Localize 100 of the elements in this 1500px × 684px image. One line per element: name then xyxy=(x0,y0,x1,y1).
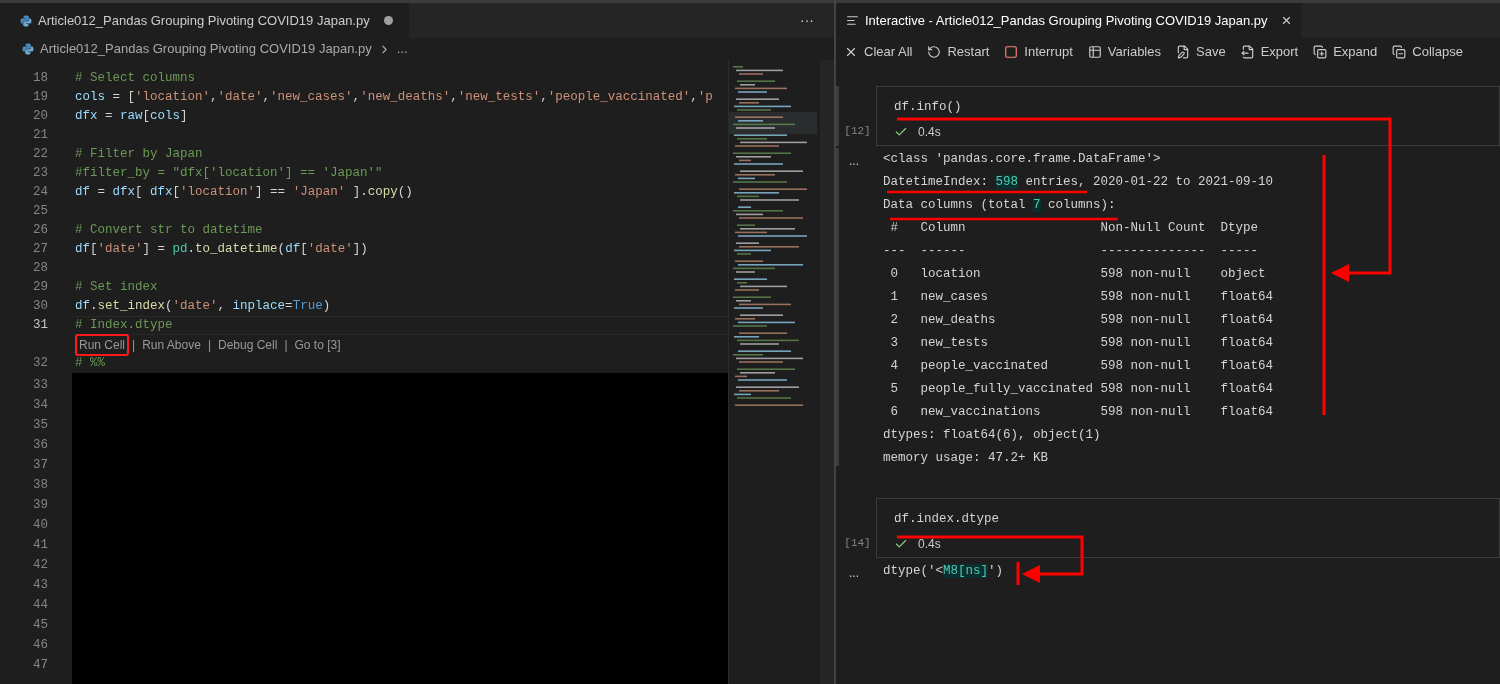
line-number: 38 xyxy=(32,477,48,494)
code-token: [ xyxy=(135,184,144,202)
code-token: ] == xyxy=(255,184,287,202)
code-token: = [ xyxy=(111,89,136,107)
cell-code: df.info() xyxy=(894,99,963,116)
toolbar-icon xyxy=(1004,45,1019,59)
code-token: ( xyxy=(277,241,286,259)
toolbar-button[interactable]: Expand xyxy=(1313,42,1378,62)
code-token: [ xyxy=(142,108,151,126)
output-line: 5 people_fully_vaccinated 598 non-null float64 xyxy=(889,380,1274,397)
line-number: 25 xyxy=(32,203,48,221)
line-number: 42 xyxy=(32,557,48,574)
code-token: 'date' xyxy=(97,241,143,259)
line-number: 20 xyxy=(32,108,48,126)
code-token: ) xyxy=(322,298,331,316)
code-cell[interactable]: df.info() 0.4s xyxy=(876,86,1500,146)
line-number: 34 xyxy=(32,397,48,414)
code-token: 'location' xyxy=(180,184,256,202)
code-token: , xyxy=(450,89,458,107)
output-line: memory usage: 47.2+ KB xyxy=(883,449,1049,466)
output-marker: ... xyxy=(849,565,859,580)
line-number: 28 xyxy=(32,260,48,278)
execution-count: [14] xyxy=(844,536,871,551)
code-token: , xyxy=(217,298,227,316)
python-file-icon xyxy=(22,43,34,55)
code-token: ]) xyxy=(352,241,368,259)
line-number: 46 xyxy=(32,637,48,654)
toolbar-button[interactable]: Clear All xyxy=(844,42,913,62)
line-number: 35 xyxy=(32,417,48,434)
codelens-link[interactable]: Run Cell xyxy=(75,333,130,356)
execution-time: 0.4s xyxy=(918,535,941,553)
line-number: 37 xyxy=(32,457,48,474)
output-line: dtype('<M8[ns]') xyxy=(883,562,1004,579)
line-number: 26 xyxy=(32,222,48,240)
output-line: 6 new_vaccinations 598 non-null float64 xyxy=(889,403,1274,420)
line-number: 36 xyxy=(32,437,48,454)
line-number: 30 xyxy=(32,298,48,316)
code-token: = xyxy=(285,298,293,316)
scrollbar[interactable] xyxy=(820,60,834,684)
code-token: 'people_vaccinated' xyxy=(547,89,691,107)
code-token: () xyxy=(397,184,413,202)
line-number: 45 xyxy=(32,617,48,634)
line-number: 41 xyxy=(32,537,48,554)
code-token: df xyxy=(75,298,90,316)
line-number: 19 xyxy=(32,89,48,107)
codelens-link[interactable]: Run Above xyxy=(138,333,205,356)
toolbar-icon xyxy=(1087,45,1102,59)
toolbar-icon xyxy=(927,45,942,59)
close-button[interactable]: × xyxy=(1281,12,1292,29)
code-token: [ xyxy=(90,241,98,259)
cell-code: df.index.dtype xyxy=(894,510,1001,528)
toolbar-button[interactable]: Restart xyxy=(927,42,990,62)
line-number: 22 xyxy=(32,146,48,164)
line-number: 43 xyxy=(32,577,48,594)
line-number: 29 xyxy=(32,279,48,297)
line-number: 27 xyxy=(32,241,48,259)
codelens-link[interactable]: Debug Cell xyxy=(214,333,282,356)
code-token: ] = xyxy=(142,241,167,259)
code-token: # Index.dtype xyxy=(75,317,173,335)
line-number: 23 xyxy=(32,165,48,183)
code-token: # Set index xyxy=(75,279,158,297)
codelens-separator: | xyxy=(284,336,288,354)
toolbar-button[interactable]: Variables xyxy=(1087,42,1161,62)
breadcrumb-item[interactable]: ... xyxy=(396,39,408,59)
toolbar-button[interactable]: Save xyxy=(1176,42,1226,62)
code-token: [ xyxy=(300,241,308,259)
code-token: dfx xyxy=(75,108,98,126)
output-line: <class 'pandas.core.frame.DataFrame'> xyxy=(883,150,1161,167)
output-line: 4 people_vaccinated 598 non-null float64 xyxy=(889,357,1274,374)
breadcrumb-item[interactable]: Article012_Pandas Grouping Pivoting COVID19 Japan.py xyxy=(40,39,372,59)
toolbar-button[interactable]: Interrupt xyxy=(1004,42,1073,62)
toolbar-icon xyxy=(844,45,858,59)
code-token: 'location' xyxy=(135,89,211,107)
line-number: 24 xyxy=(32,184,48,202)
code-token: df xyxy=(285,241,301,259)
code-token: #filter_by = "dfx['location'] == 'Japan'" xyxy=(75,165,383,183)
output-line: dtypes: float64(6), object(1) xyxy=(883,426,1101,443)
more-actions-button[interactable]: ··· xyxy=(780,3,834,38)
codelens-separator: | xyxy=(207,336,211,354)
interactive-tab[interactable]: Interactive - Article012_Pandas Grouping Pivoting COVID19 Japan.py × xyxy=(836,3,1302,38)
line-number: 33 xyxy=(32,377,48,394)
output-line: DatetimeIndex: 598 entries, 2020-01-22 to 2021-09-10 xyxy=(883,173,1274,190)
code-token: , xyxy=(352,89,361,107)
python-file-icon xyxy=(20,14,32,27)
code-token: # Convert str to datetime xyxy=(75,222,263,240)
line-number: 40 xyxy=(32,517,48,534)
output-line: # Column Non-Null Count Dtype xyxy=(889,219,1259,236)
line-number: 47 xyxy=(32,657,48,674)
output-line: 1 new_cases 598 non-null float64 xyxy=(889,288,1274,305)
code-token: . xyxy=(187,241,196,259)
codelens-separator: | xyxy=(132,336,136,354)
code-token: df xyxy=(75,184,90,202)
code-cell[interactable]: df.index.dtype 0.4s xyxy=(876,497,1500,558)
toolbar-button[interactable]: Collapse xyxy=(1392,42,1463,62)
toolbar-button[interactable]: Export xyxy=(1240,42,1299,62)
output-line: Data columns (total 7 columns): xyxy=(883,196,1116,213)
codelens-link[interactable]: Go to [3] xyxy=(290,333,345,356)
code-token: , xyxy=(262,89,271,107)
editor-tab[interactable]: Article012_Pandas Grouping Pivoting COVID19 Japan.py xyxy=(0,3,409,38)
code-token: 'p xyxy=(697,89,713,107)
